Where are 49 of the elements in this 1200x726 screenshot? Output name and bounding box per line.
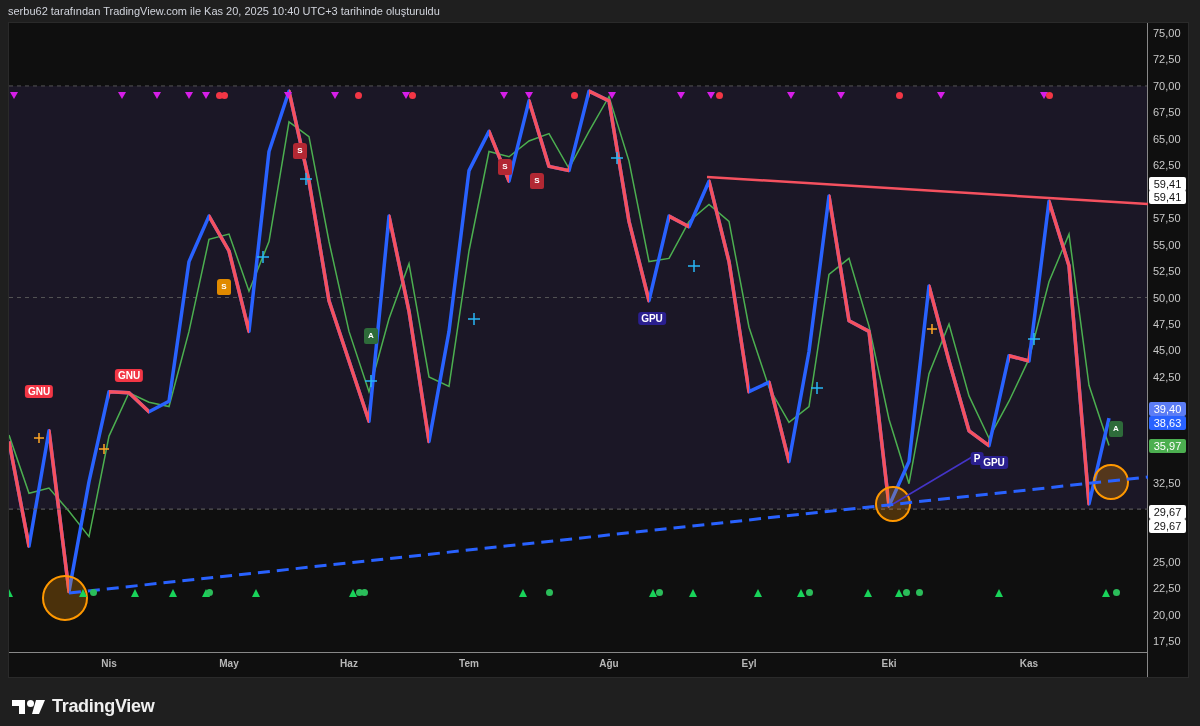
- date-tick: Tem: [459, 658, 479, 669]
- price-label: 35,97: [1149, 439, 1186, 453]
- price-tick: 32,50: [1153, 475, 1181, 490]
- price-tick: 70,00: [1153, 78, 1181, 93]
- signal-badge: A: [1109, 421, 1123, 437]
- signal-label: GPU: [980, 456, 1008, 469]
- price-tick: 45,00: [1153, 343, 1181, 358]
- signal-label: GNU: [114, 369, 144, 382]
- signal-badge: S: [498, 159, 512, 175]
- price-label: 29,67: [1149, 519, 1186, 533]
- price-label: 59,41: [1149, 190, 1186, 204]
- logo-icon: [12, 698, 46, 715]
- price-tick: 50,00: [1153, 290, 1181, 305]
- signal-badge: A: [364, 328, 378, 344]
- price-tick: 72,50: [1153, 52, 1181, 67]
- highlight-circle: [42, 575, 88, 621]
- signal-label: GPU: [638, 312, 666, 325]
- signal-badge: S: [217, 279, 231, 295]
- price-tick: 55,00: [1153, 237, 1181, 252]
- price-tick: 62,50: [1153, 158, 1181, 173]
- price-tick: 52,50: [1153, 264, 1181, 279]
- price-tick: 47,50: [1153, 316, 1181, 331]
- date-tick: Haz: [340, 658, 358, 669]
- date-tick: May: [219, 658, 239, 669]
- date-tick: Kas: [1019, 658, 1039, 669]
- price-tick: 25,00: [1153, 555, 1181, 569]
- price-tick: 17,50: [1153, 634, 1181, 649]
- price-tick: 67,50: [1153, 105, 1181, 120]
- price-tick: 57,50: [1153, 211, 1181, 226]
- price-tick: 22,50: [1153, 581, 1181, 596]
- price-tick: 20,00: [1153, 607, 1181, 622]
- date-tick: Eki: [881, 658, 897, 669]
- highlight-circle: [875, 486, 911, 522]
- price-tick: 42,50: [1153, 369, 1181, 384]
- date-tick: Ağu: [599, 658, 619, 669]
- price-label: 59,41: [1149, 177, 1186, 191]
- highlight-circle: [1093, 464, 1129, 500]
- signal-label: GNU: [24, 385, 54, 398]
- date-tick: Eyl: [741, 658, 757, 669]
- chart-caption: serbu62 tarafından TradingView.com ile Kas 20, 2025 10:40 UTC+3 tarihinde oluşturuldu: [7, 4, 441, 19]
- date-tick: Nis: [101, 658, 117, 669]
- signal-badge: S: [530, 173, 544, 189]
- logo-text: TradingView: [52, 696, 155, 717]
- price-label: 38,63: [1149, 416, 1186, 430]
- price-tick: 75,00: [1153, 26, 1181, 41]
- price-tick: 65,00: [1153, 131, 1181, 146]
- price-label: 29,67: [1149, 505, 1186, 519]
- price-label: 39,40: [1149, 402, 1186, 416]
- signal-badge: S: [293, 143, 307, 159]
